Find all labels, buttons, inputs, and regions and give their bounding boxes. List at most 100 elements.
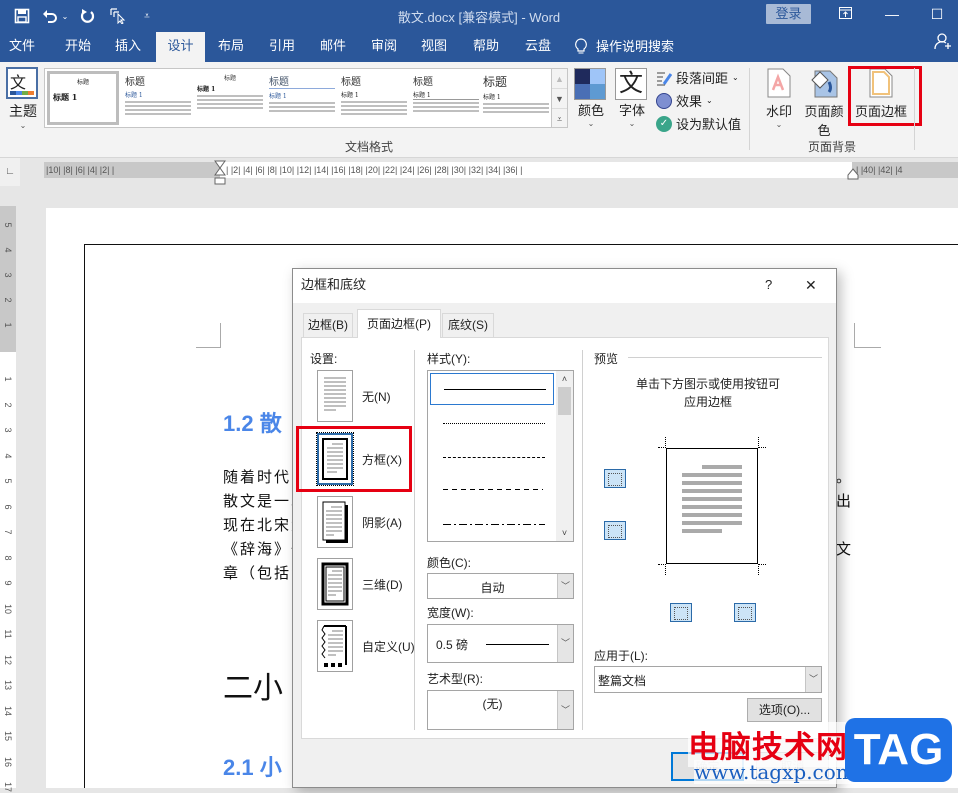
setting-custom[interactable] xyxy=(317,620,353,672)
ruler-tick-label: 4 xyxy=(3,452,13,458)
tell-me-label: 操作说明搜索 xyxy=(596,39,675,54)
setting-custom-label[interactable]: 自定义(U) xyxy=(362,638,415,655)
paragraph-spacing-button[interactable]: 段落间距 ⌄ xyxy=(656,68,739,87)
style-set-thumb[interactable]: 标题 标题 1 xyxy=(123,71,193,125)
setting-shadow[interactable] xyxy=(317,496,353,548)
themes-button[interactable]: 文 主题 ⌄ xyxy=(6,67,40,130)
apply-to-dropdown[interactable]: 整篇文档 ﹀ xyxy=(594,666,822,693)
ruler-tick-label: 5 xyxy=(3,478,13,484)
tab-shading[interactable]: 底纹(S) xyxy=(442,313,494,337)
tab-design[interactable]: 设计 xyxy=(156,32,205,62)
style-set-gallery[interactable]: 标题 标题 1 标题 标题 1 标题 标题 1 标题 标题 1 标题 标题 1 标题 标题… xyxy=(44,68,552,128)
page-color-button[interactable]: 页面颜色 ⌄ xyxy=(800,68,848,148)
page-borders-button[interactable]: 页面边框 xyxy=(852,68,910,120)
setting-box-label[interactable]: 方框(X) xyxy=(362,451,402,468)
maximize-icon[interactable]: ☐ xyxy=(925,4,949,24)
watermark-button[interactable]: 水印 ⌄ xyxy=(764,68,794,129)
tab-review[interactable]: 审阅 xyxy=(364,32,404,62)
ruler-tick-label: 17 xyxy=(3,781,13,792)
setting-shadow-label[interactable]: 阴影(A) xyxy=(362,514,402,531)
style-option-dashed[interactable] xyxy=(443,489,543,490)
scroll-down-icon[interactable]: ˅ xyxy=(556,525,573,541)
setting-shadow-icon xyxy=(322,501,348,543)
tab-references[interactable]: 引用 xyxy=(262,32,302,62)
ribbon-display-icon[interactable] xyxy=(833,4,857,24)
help-icon[interactable]: ? xyxy=(765,269,772,301)
tab-help[interactable]: 帮助 xyxy=(466,32,506,62)
style-option-dash-dot[interactable] xyxy=(443,524,545,525)
fonts-icon: 文 xyxy=(615,68,647,100)
heading-2-1: 2.1 小 xyxy=(223,755,282,780)
style-set-thumb[interactable]: 标题 标题 1 xyxy=(47,71,119,125)
indent-marker[interactable] xyxy=(214,160,226,186)
bottom-border-button[interactable] xyxy=(604,521,626,540)
style-option-dotted[interactable] xyxy=(443,423,545,424)
tab-layout[interactable]: 布局 xyxy=(211,32,251,62)
tab-cloud[interactable]: 云盘 xyxy=(518,32,558,62)
top-border-button[interactable] xyxy=(604,469,626,488)
share-user-icon[interactable] xyxy=(930,32,956,62)
right-indent-marker[interactable] xyxy=(847,168,859,180)
set-as-default-button[interactable]: ✓ 设为默认值 xyxy=(656,114,741,133)
ruler-tick-label: 8 xyxy=(3,554,13,560)
tab-borders[interactable]: 边框(B) xyxy=(303,313,353,337)
effects-button[interactable]: 效果 ⌄ xyxy=(656,91,713,110)
ruler-tick-label: 3 xyxy=(3,427,13,433)
ruler-tick-label: 1 xyxy=(3,322,13,328)
style-set-thumb[interactable]: 标题 标题 1 xyxy=(267,71,337,125)
close-icon[interactable]: ✕ xyxy=(805,269,817,301)
color-dropdown[interactable]: 自动 ﹀ xyxy=(427,573,574,599)
right-border-button[interactable] xyxy=(734,603,756,622)
dialog-title: 边框和底纹 xyxy=(301,277,367,292)
left-border-button[interactable] xyxy=(670,603,692,622)
setting-none-label[interactable]: 无(N) xyxy=(362,388,391,405)
style-set-thumb[interactable]: 标题 标题 1 xyxy=(339,71,409,125)
setting-box-icon xyxy=(322,438,348,480)
setting-none[interactable] xyxy=(317,370,353,422)
setting-3d[interactable] xyxy=(317,558,353,610)
style-set-thumb[interactable]: 标题 标题 1 xyxy=(481,71,551,125)
width-dropdown[interactable]: 0.5 磅 ﹀ xyxy=(427,624,574,663)
art-dropdown[interactable]: (无) ﹀ xyxy=(427,690,574,730)
fonts-button[interactable]: 文 字体 ⌄ xyxy=(615,68,649,128)
style-set-thumb[interactable]: 标题 标题 1 xyxy=(195,71,265,125)
setting-3d-label[interactable]: 三维(D) xyxy=(362,576,403,593)
lightbulb-icon xyxy=(575,38,587,54)
tab-home[interactable]: 开始 xyxy=(58,32,98,62)
gallery-scroll[interactable]: ▲ ▼ ⩡ xyxy=(552,68,568,128)
preview-page[interactable] xyxy=(666,448,758,564)
style-scrollbar[interactable]: ˄ ˅ xyxy=(556,371,573,541)
style-option-solid[interactable] xyxy=(430,373,554,405)
style-set-thumb[interactable]: 标题 标题 1 xyxy=(411,71,481,125)
scroll-thumb[interactable] xyxy=(558,387,571,415)
ribbon-design: 文 主题 ⌄ 标题 标题 1 标题 标题 1 标题 标题 1 标题 标题 1 标题 标题… xyxy=(0,62,958,158)
setting-box[interactable] xyxy=(316,432,354,486)
tell-me-search[interactable]: 操作说明搜索 xyxy=(574,32,694,62)
horizontal-ruler[interactable]: ∟ |10| |8| |6| |4| |2| | | |2| |4| |6| |… xyxy=(0,158,958,188)
scroll-up-icon[interactable]: ˄ xyxy=(556,371,573,387)
tab-selector-icon[interactable]: ∟ xyxy=(0,158,20,186)
vertical-ruler[interactable]: 5 4 3 2 1 1 2 3 4 5 6 7 8 9 10 11 12 13 14 15 16 17 xyxy=(0,206,16,792)
style-list[interactable]: ˄ ˅ xyxy=(427,370,574,542)
paragraph-line: 随着时代 xyxy=(223,468,292,486)
style-option-dashed-small[interactable] xyxy=(443,457,545,458)
ruler-tick-label: 4 xyxy=(3,247,13,253)
minimize-icon[interactable]: — xyxy=(880,4,904,24)
site-watermark-url: www.tagxp.com xyxy=(694,760,855,784)
login-button[interactable]: 登录 xyxy=(766,4,811,24)
colors-button[interactable]: 颜色 ⌄ xyxy=(574,68,608,128)
tab-page-border[interactable]: 页面边框(P) xyxy=(357,309,441,338)
gallery-up-icon[interactable]: ▲ xyxy=(552,69,567,89)
ruler-tick-label: 15 xyxy=(3,730,13,741)
options-button[interactable]: 选项(O)... xyxy=(747,698,822,722)
gallery-down-icon[interactable]: ▼ xyxy=(552,89,567,109)
heading-1-2: 1.2 散 xyxy=(223,411,282,436)
tab-mailings[interactable]: 邮件 xyxy=(313,32,353,62)
chevron-down-icon: ﹀ xyxy=(557,625,573,662)
dialog-title-bar[interactable]: 边框和底纹 ? ✕ xyxy=(293,269,836,303)
ruler-tick-label: 2 xyxy=(3,297,13,303)
tab-view[interactable]: 视图 xyxy=(414,32,454,62)
gallery-more-icon[interactable]: ⩡ xyxy=(552,109,567,129)
tab-insert[interactable]: 插入 xyxy=(108,32,148,62)
tab-file[interactable]: 文件 xyxy=(2,32,42,62)
